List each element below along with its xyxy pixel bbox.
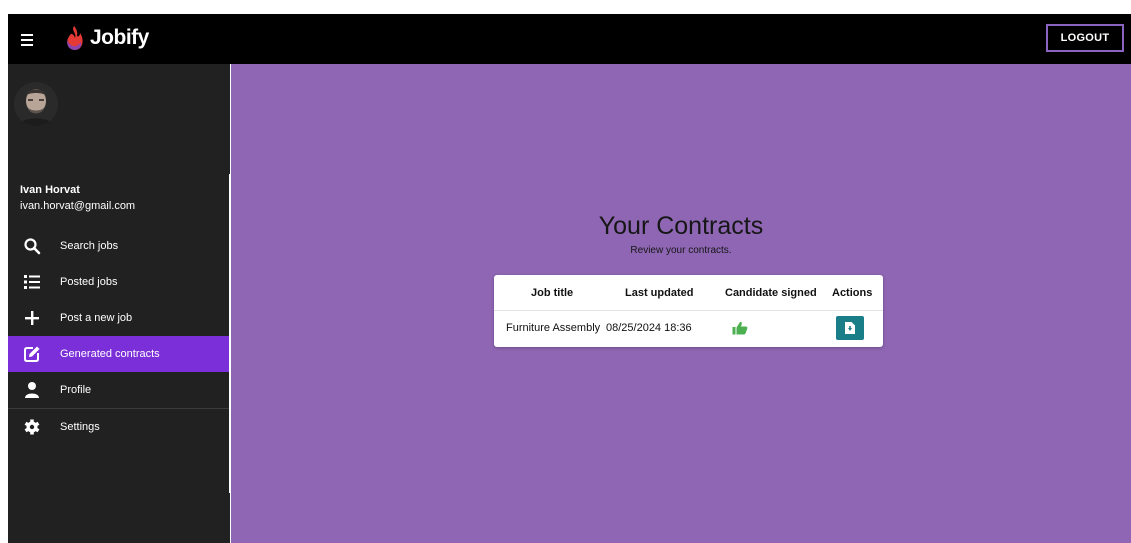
menu-bar-icon [21,39,33,41]
page-title: Your Contracts [598,212,764,240]
sidebar-nav: Search jobs Posted jobs Post a new job G… [8,228,230,445]
search-icon [24,238,41,255]
sidebar: Ivan Horvat ivan.horvat@gmail.com Search… [8,64,230,543]
sidebar-item-posted-jobs[interactable]: Posted jobs [8,264,230,300]
plus-icon [25,311,39,325]
sidebar-item-search-jobs[interactable]: Search jobs [8,228,230,264]
logout-button[interactable]: LOGOUT [1046,24,1124,52]
download-contract-button[interactable] [836,316,864,340]
sidebar-item-label: Settings [60,421,100,433]
brand-name: Jobify [90,26,149,49]
gear-icon [24,419,40,435]
sidebar-item-post-new-job[interactable]: Post a new job [8,300,230,336]
sidebar-item-label: Posted jobs [60,276,118,288]
app-frame: Jobify LOGOUT Ivan Horvat ivan.horvat@gm… [8,14,1131,543]
sidebar-item-settings[interactable]: Settings [8,409,230,445]
cell-job-title: Furniture Assembly [506,322,601,334]
edit-icon [24,346,40,362]
cell-last-updated: 08/25/2024 18:36 [606,322,692,334]
column-header-job-title[interactable]: Job title [531,287,573,299]
sidebar-item-generated-contracts[interactable]: Generated contracts [8,336,230,372]
download-file-icon [845,322,855,334]
user-email: ivan.horvat@gmail.com [20,200,136,212]
sidebar-item-label: Generated contracts [60,348,160,360]
table-divider [494,310,883,311]
contracts-table: Job title Last updated Candidate signed … [494,275,883,347]
list-icon [24,275,40,289]
avatar-photo-icon [14,82,58,126]
sidebar-item-label: Post a new job [60,312,133,324]
sidebar-item-label: Search jobs [60,240,119,252]
column-header-actions[interactable]: Actions [832,287,872,299]
person-icon [25,382,39,398]
menu-bar-icon [21,44,33,46]
avatar[interactable] [14,82,58,126]
main-content: Your Contracts Review your contracts. Jo… [231,64,1131,543]
user-name: Ivan Horvat [20,184,80,196]
thumbs-up-icon [732,321,748,335]
brand-logo[interactable]: Jobify [62,20,149,56]
menu-bar-icon [21,34,33,36]
sidebar-item-label: Profile [60,384,92,396]
column-header-last-updated[interactable]: Last updated [625,287,693,299]
top-bar: Jobify LOGOUT [8,14,1131,64]
flame-icon [67,26,83,50]
column-header-candidate-signed[interactable]: Candidate signed [725,287,817,299]
sidebar-item-profile[interactable]: Profile [8,372,230,408]
page-subtitle: Review your contracts. [630,245,732,256]
hamburger-menu-button[interactable] [18,27,42,51]
